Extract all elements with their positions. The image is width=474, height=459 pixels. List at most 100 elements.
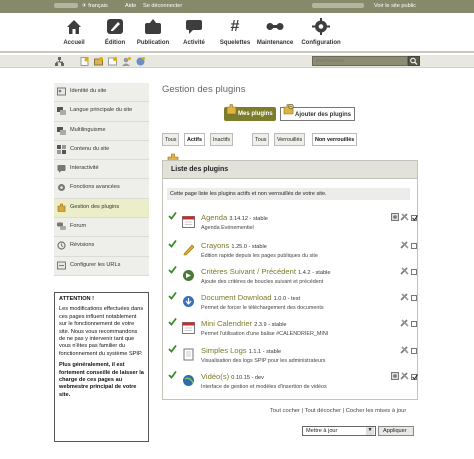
plugin-name[interactable]: Mini Calendrier 2.3.9 - stable: [201, 319, 287, 328]
tools-icon[interactable]: [400, 346, 409, 356]
sidebar-item-fonctions-avancees[interactable]: Fonctions avancées: [54, 179, 149, 199]
plugin-list-title: Liste des plugins: [163, 161, 417, 179]
plugin-description: Interface de gestion et modèles d'insert…: [201, 384, 327, 390]
plugin-name[interactable]: Document Download 1.0.0 - test: [201, 293, 300, 302]
tools-icon[interactable]: [400, 241, 409, 251]
plugin-logo-icon: [182, 243, 195, 256]
filter-locked[interactable]: Verrouillés: [274, 133, 306, 146]
revisions-icon: [57, 241, 66, 250]
language-link[interactable]: ✈ français: [82, 3, 108, 9]
plugin-checkbox[interactable]: [411, 295, 417, 301]
sidebar-item-contenu[interactable]: Contenu du site: [54, 140, 149, 161]
pencil-icon: [106, 18, 124, 35]
warning-title: ATTENTION !: [59, 296, 95, 302]
tools-icon[interactable]: [400, 372, 409, 382]
check-updates-link[interactable]: Cocher les mises à jour: [346, 408, 407, 414]
plugin-checkbox[interactable]: [411, 215, 418, 221]
config-icon[interactable]: [391, 213, 399, 223]
plugin-tools: [391, 372, 409, 380]
search-icon: [409, 57, 419, 67]
tab-my-plugins[interactable]: Mes plugins: [224, 104, 276, 121]
tools-icon[interactable]: [400, 213, 409, 223]
gear-icon: [312, 18, 330, 35]
active-check-icon: [168, 344, 177, 353]
logout-link[interactable]: Se déconnecter: [143, 3, 182, 9]
new-breve-icon[interactable]: [108, 57, 117, 66]
plugin-row: Agenda 3.14.12 - stable Agenda Evénementi…: [165, 211, 418, 237]
sidebar-item-urls[interactable]: Configurer les URLs: [54, 256, 149, 276]
filter-unlocked[interactable]: Non verrouillés: [312, 133, 358, 146]
view-site-link[interactable]: Voir le site public: [374, 3, 416, 9]
apply-button[interactable]: Appliquer: [378, 426, 414, 436]
filter-all-locked[interactable]: Tous: [252, 133, 270, 146]
filter-all[interactable]: Tous: [162, 133, 180, 146]
sidebar-item-interactivite[interactable]: Interactivité: [54, 160, 149, 180]
publish-icon: [144, 18, 162, 35]
tools-icon[interactable]: [400, 267, 409, 277]
plugin-logo-icon: [182, 374, 195, 387]
tab-add-plugins[interactable]: Ajouter des plugins: [280, 103, 356, 121]
plugin-description: Permet de forcer le téléchargement des d…: [201, 305, 324, 311]
plugin-name[interactable]: Simples Logs 1.1.1 - stable: [201, 346, 281, 355]
plugin-name[interactable]: Critères Suivant / Précédent 1.4.2 - sta…: [201, 267, 330, 276]
sidebar-item-identite[interactable]: Identité du site: [54, 83, 149, 103]
plugin-logo-icon: [182, 215, 195, 228]
plugin-tools: [391, 213, 409, 221]
filter-active[interactable]: Actifs: [184, 133, 205, 146]
plugin-tools: [391, 319, 409, 327]
filter-inactive[interactable]: Inactifs: [210, 133, 234, 146]
warning-bold-text: Plus généralement, il est fortement cons…: [59, 362, 144, 398]
new-site-icon[interactable]: [136, 57, 145, 66]
plugin-version: 2.3.9 - stable: [254, 322, 287, 328]
plugin-tools: [391, 241, 409, 249]
uncheck-all-link[interactable]: Tout décocher: [305, 408, 341, 414]
new-author-icon[interactable]: [122, 57, 131, 66]
plugin-description: Permet l'utilisation d'une balise #CALEN…: [201, 331, 329, 337]
plugin-checkbox[interactable]: [411, 348, 417, 354]
action-select[interactable]: Mettre à jour ▼: [302, 426, 376, 436]
sitemap-icon[interactable]: [55, 57, 64, 66]
new-article-icon[interactable]: [80, 57, 89, 66]
check-all-link[interactable]: Tout cocher: [270, 408, 300, 414]
plugin-row: Vidéo(s) 0.10.15 - dev Interface de gesti…: [165, 370, 418, 396]
plugin-list-box: Liste des plugins Cette page liste les p…: [162, 160, 418, 400]
config-icon[interactable]: [391, 372, 399, 382]
plugin-name[interactable]: Crayons 1.25.0 - stable: [201, 241, 267, 250]
plugin-name[interactable]: Agenda 3.14.12 - stable: [201, 213, 268, 222]
plugin-description: Agenda Evénementiel: [201, 225, 254, 231]
plugin-checkbox[interactable]: [411, 243, 417, 249]
nav-maintenance[interactable]: Maintenance: [250, 18, 300, 46]
plugin-checkbox[interactable]: [411, 269, 417, 275]
active-check-icon: [168, 370, 177, 379]
main-navigation: Accueil Édition Publication Activité # S…: [0, 13, 474, 53]
active-check-icon: [168, 239, 177, 248]
plugin-version: 0.10.15 - dev: [231, 375, 264, 381]
tools-icon[interactable]: [400, 319, 409, 329]
plugin-name[interactable]: Vidéo(s) 0.10.15 - dev: [201, 372, 264, 381]
help-link[interactable]: Aide: [125, 3, 136, 9]
home-icon: [65, 18, 83, 35]
sidebar-item-plugins[interactable]: Gestion des plugins: [54, 198, 149, 219]
new-section-icon[interactable]: [94, 57, 103, 66]
sidebar-item-forum[interactable]: Forum: [54, 218, 149, 238]
plugin-version: 1.25.0 - stable: [231, 244, 267, 250]
multilingual-icon: [57, 126, 66, 135]
hash-icon: #: [230, 18, 240, 35]
search-button[interactable]: [408, 56, 420, 66]
active-check-icon: [168, 317, 177, 326]
plugin-row: Mini Calendrier 2.3.9 - stable Permet l'u…: [165, 317, 417, 343]
nav-configuration[interactable]: Configuration: [296, 18, 346, 46]
plugin-checkbox[interactable]: [411, 374, 418, 380]
site-name-blurred: [312, 3, 364, 10]
sidebar-item-multilinguisme[interactable]: Multilinguisme: [54, 121, 149, 141]
add-plugin-icon: [283, 103, 294, 117]
plugin-description: Ajoute des critères de boucles suivant e…: [201, 279, 324, 285]
search-input[interactable]: [312, 56, 408, 66]
sidebar-item-revisions[interactable]: Révisions: [54, 237, 149, 257]
tools-icon[interactable]: [400, 293, 409, 303]
sidebar-item-langue[interactable]: Langue principale du site: [54, 102, 149, 122]
plugin-checkbox[interactable]: [411, 321, 417, 327]
plugin-icon: [226, 104, 237, 117]
tools-icon: [266, 18, 284, 35]
plugin-logo-icon: [182, 269, 195, 282]
